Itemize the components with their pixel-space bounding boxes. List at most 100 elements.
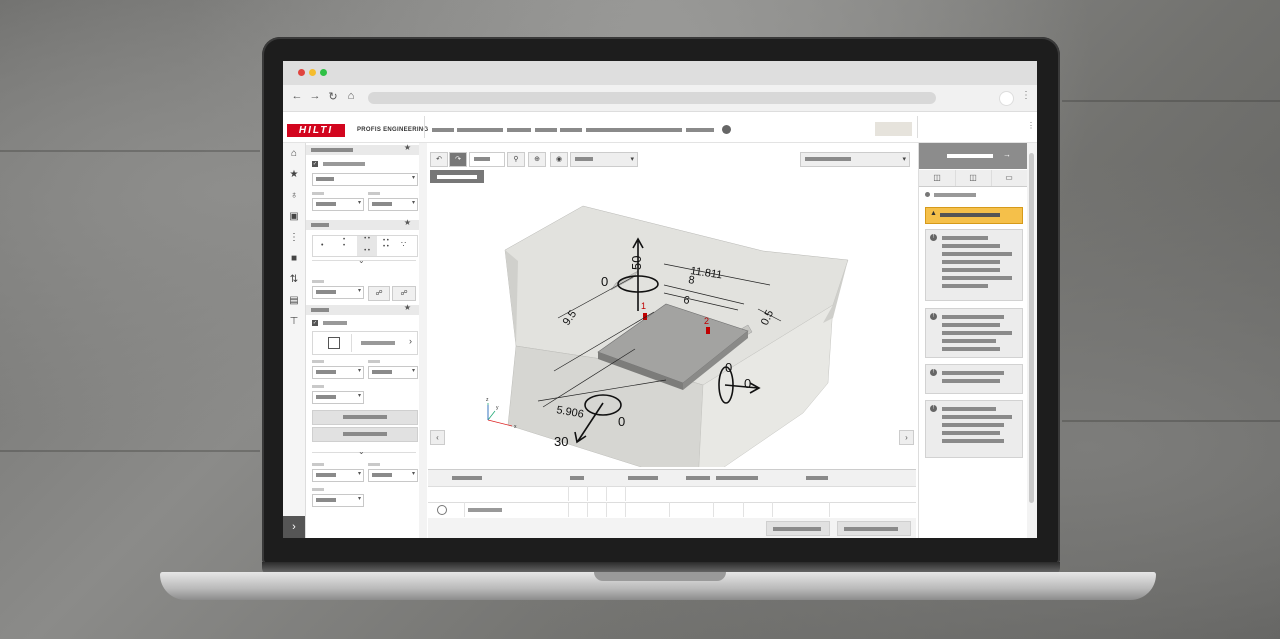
- table-header: [428, 470, 916, 487]
- anchor-label-1: 1: [641, 301, 646, 311]
- info-icon[interactable]: [722, 125, 731, 134]
- menu-view[interactable]: [535, 128, 557, 132]
- menu-design-name[interactable]: [586, 128, 682, 132]
- profile-avatar[interactable]: [999, 91, 1014, 106]
- section-header[interactable]: ★: [306, 303, 419, 315]
- plate-length-input[interactable]: ▾: [312, 366, 364, 379]
- info-icon: !: [930, 369, 937, 376]
- option-label: [323, 321, 347, 325]
- unlock-icon[interactable]: ☍: [392, 286, 416, 301]
- result-card[interactable]: !: [925, 400, 1023, 458]
- chevron-right-icon[interactable]: ›: [899, 430, 914, 445]
- home-icon[interactable]: ⌂: [283, 145, 305, 163]
- section-header[interactable]: ★: [306, 218, 419, 230]
- home-icon[interactable]: ⌂: [345, 90, 357, 102]
- load-value-mx: 0: [725, 360, 732, 375]
- save-icon[interactable]: ◫: [919, 170, 956, 186]
- load-value-vy: 30: [554, 434, 568, 449]
- layout-custom-icon[interactable]: ∵: [401, 240, 406, 249]
- embedment-dropdown[interactable]: ▾: [368, 198, 418, 211]
- calculate-button[interactable]: →: [919, 143, 1027, 169]
- laptop-notch: [594, 572, 726, 581]
- product-name: PROFIS ENGINEERING: [357, 127, 429, 133]
- anchor-type-dropdown[interactable]: ▾: [312, 173, 418, 186]
- result-card[interactable]: !: [925, 229, 1023, 301]
- menu-tools[interactable]: [560, 128, 582, 132]
- browser-navbar: ← → ↻ ⌂ ⋮: [283, 85, 1037, 112]
- back-icon[interactable]: ←: [291, 90, 303, 102]
- app-header: HILTI PROFIS ENGINEERING ⋮: [283, 112, 1037, 143]
- lock-icon[interactable]: ☍: [368, 286, 390, 301]
- size-dropdown[interactable]: ▾: [312, 198, 364, 211]
- stiffener-icon[interactable]: ⇅: [283, 271, 305, 289]
- base-material-icon[interactable]: ▣: [283, 208, 305, 226]
- layout-4-icon[interactable]: • • • •: [357, 236, 377, 256]
- star-icon[interactable]: ★: [404, 218, 411, 227]
- checkbox[interactable]: ✓: [312, 161, 318, 167]
- forward-icon[interactable]: →: [309, 90, 321, 102]
- loads-icon[interactable]: ⋮: [283, 229, 305, 247]
- supports-icon[interactable]: ⊤: [283, 313, 305, 331]
- table-row[interactable]: [428, 502, 916, 519]
- axis-y-label: y: [496, 405, 499, 411]
- browser-menu-icon[interactable]: ⋮: [1021, 90, 1031, 101]
- import-loads-button[interactable]: [766, 521, 830, 536]
- star-icon[interactable]: ★: [404, 303, 411, 312]
- plate-action-button[interactable]: [312, 410, 418, 425]
- left-rail: ⌂ ★ ♁ ▣ ⋮ ■ ⇅ ▤ ⊤ ›: [283, 143, 306, 538]
- add-load-button[interactable]: [837, 521, 911, 536]
- section-header[interactable]: ★: [306, 143, 419, 155]
- checkbox[interactable]: ✓: [312, 320, 318, 326]
- maximize-dot[interactable]: [320, 69, 327, 76]
- result-card[interactable]: !: [925, 364, 1023, 394]
- refresh-icon[interactable]: ↻: [327, 90, 339, 103]
- menu-help[interactable]: [686, 128, 714, 132]
- profile-offset-y-input[interactable]: ▾: [368, 469, 418, 482]
- folder-icon[interactable]: ▭: [991, 170, 1027, 186]
- menu-project[interactable]: [457, 128, 503, 132]
- user-button[interactable]: [875, 122, 912, 136]
- profile-icon[interactable]: ■: [283, 250, 305, 268]
- load-case-radio[interactable]: [437, 505, 447, 515]
- chevron-down-icon[interactable]: ⌄: [358, 447, 365, 456]
- plate-shape-selector[interactable]: ›: [312, 331, 418, 355]
- chevron-right-icon: ›: [409, 336, 412, 346]
- layout-1-icon[interactable]: •: [321, 242, 323, 249]
- model-viewport[interactable]: ↶ ↷ ⚲ ⊕ ◉ ▾ ▾ 1 2 50 0 0 0 30 0 11.811 8…: [428, 143, 916, 467]
- menu-file[interactable]: [432, 128, 454, 132]
- calculation-icon[interactable]: ▤: [283, 292, 305, 310]
- plate-action-button[interactable]: [312, 427, 418, 442]
- expand-chevron-icon[interactable]: ›: [283, 516, 305, 538]
- favorites-icon[interactable]: ★: [283, 166, 305, 184]
- laptop-screen: ← → ↻ ⌂ ⋮ HILTI PROFIS ENGINEERING ⋮ ⌂ ★…: [283, 61, 1037, 538]
- app-menu-icon[interactable]: ⋮: [1027, 121, 1035, 130]
- minimize-dot[interactable]: [309, 69, 316, 76]
- result-card[interactable]: !: [925, 308, 1023, 358]
- chevron-left-icon[interactable]: ‹: [430, 430, 445, 445]
- address-bar[interactable]: [368, 92, 936, 104]
- info-icon: !: [930, 234, 937, 241]
- chevron-down-icon[interactable]: ⌄: [358, 256, 365, 265]
- left-panel-scrollbar[interactable]: [419, 143, 427, 538]
- profile-offset-x-input[interactable]: ▾: [312, 469, 364, 482]
- warning-banner[interactable]: ▲: [925, 207, 1023, 224]
- plate-thickness-input[interactable]: ▾: [312, 391, 364, 404]
- anchor-icon[interactable]: ♁: [283, 187, 305, 205]
- close-dot[interactable]: [298, 69, 305, 76]
- option-label: [323, 162, 365, 166]
- scrollbar-thumb[interactable]: [1029, 153, 1034, 503]
- rotation-input[interactable]: ▾: [312, 494, 364, 507]
- layout-6-icon[interactable]: • • • •: [383, 238, 389, 250]
- layout-2-icon[interactable]: • •: [343, 237, 345, 249]
- star-icon[interactable]: ★: [404, 143, 411, 152]
- menu-edit[interactable]: [507, 128, 531, 132]
- plate-width-input[interactable]: ▾: [368, 366, 418, 379]
- status-label: [934, 193, 976, 197]
- anchor-2: [706, 327, 710, 334]
- model-svg: 1 2 50 0 0 0 30 0 11.811 8 6 9.5 0.5 5.9…: [486, 205, 849, 467]
- right-panel-scrollbar[interactable]: [1027, 143, 1037, 538]
- browser-titlebar: [283, 61, 1037, 85]
- spacing-dropdown[interactable]: ▾: [312, 286, 364, 299]
- document-icon[interactable]: ◫: [955, 170, 992, 186]
- status-dot: [925, 192, 930, 197]
